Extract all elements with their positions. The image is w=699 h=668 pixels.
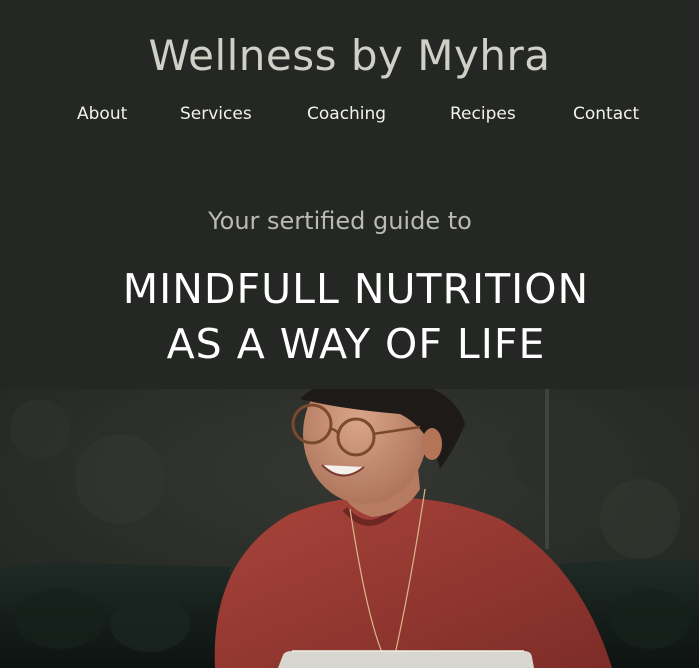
nav-link-services[interactable]: Services <box>180 104 252 124</box>
site-title[interactable]: Wellness by Myhra <box>0 31 699 80</box>
hero-headline-line-2: AS A WAY OF LIFE <box>166 320 546 368</box>
header: Wellness by Myhra About Services Coachin… <box>0 0 699 389</box>
nav-link-recipes[interactable]: Recipes <box>450 104 516 124</box>
hero-photo <box>0 389 699 668</box>
nav-link-coaching[interactable]: Coaching <box>307 104 386 124</box>
nav-link-about[interactable]: About <box>77 104 127 124</box>
page: Wellness by Myhra About Services Coachin… <box>0 0 699 668</box>
nav-link-contact[interactable]: Contact <box>573 104 639 124</box>
hero-tagline: Your sertified guide to <box>208 207 472 235</box>
hero-headline: MINDFULL NUTRITION AS A WAY OF LIFE <box>0 262 699 372</box>
hero-headline-line-1: MINDFULL NUTRITION <box>122 265 590 313</box>
hero-photo-illustration <box>0 389 699 668</box>
